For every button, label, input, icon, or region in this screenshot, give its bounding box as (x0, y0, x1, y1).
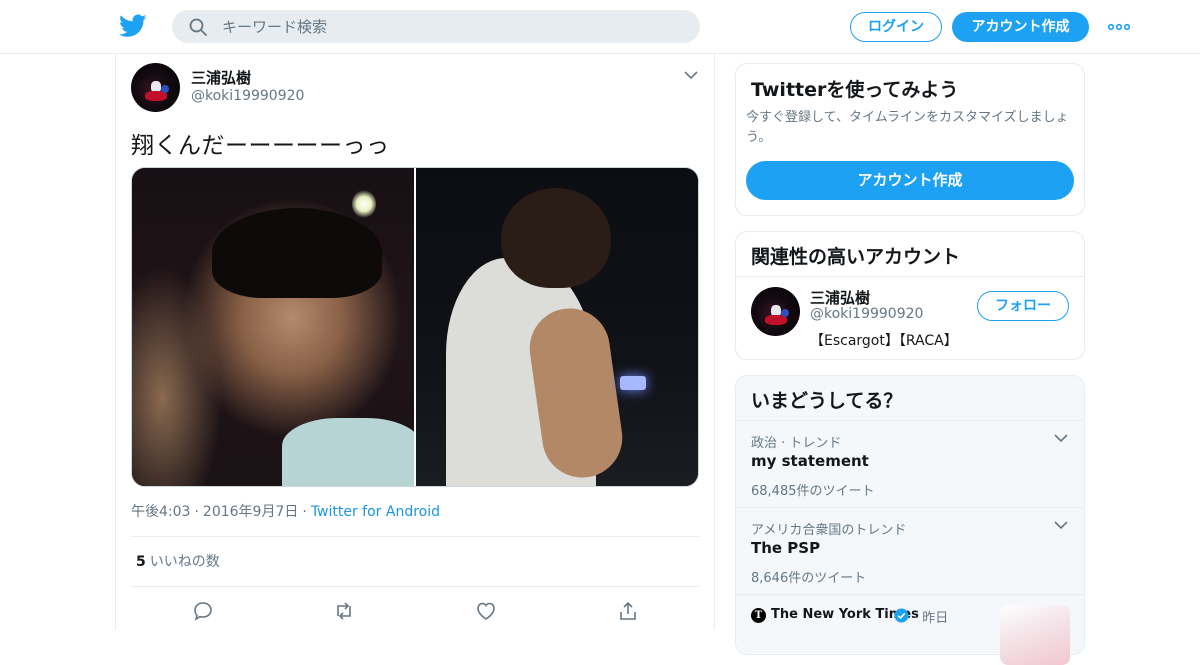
tweet-author-handle[interactable]: @koki19990920 (191, 88, 304, 104)
related-account-handle[interactable]: @koki19990920 (810, 306, 923, 322)
tweet-photo-1[interactable] (132, 168, 422, 486)
nyt-logo-icon: T (751, 608, 766, 623)
trends-card: いまどうしてる？ 政治 · トレンド my statement 68,485件の… (735, 375, 1085, 665)
share-icon[interactable] (617, 600, 639, 622)
login-button[interactable]: ログイン (850, 12, 942, 42)
likes-label: いいねの数 (149, 554, 220, 570)
related-accounts-card: 関連性の高いアカウント 三浦弘樹 @koki19990920 【Escargot… (735, 231, 1085, 360)
tweet-media[interactable] (131, 167, 699, 487)
retweet-icon[interactable] (333, 600, 355, 622)
signup-card-description: 今すぐ登録して、タイムラインをカスタマイズしましょう。 (746, 110, 1069, 145)
reply-icon[interactable] (192, 600, 214, 622)
related-account-bio: 【Escargot】【RACA】 (810, 333, 958, 349)
search-icon (189, 18, 207, 36)
tweet-meta: 午後4:03 · 2016年9月7日 · Twitter for Android (131, 504, 441, 520)
tweet-date: 2016年9月7日 (202, 504, 299, 520)
top-bar: ログイン アカウント作成 (0, 0, 1200, 54)
related-accounts-title: 関連性の高いアカウント (751, 246, 961, 268)
related-account-name[interactable]: 三浦弘樹 (810, 287, 870, 308)
divider (131, 586, 699, 587)
twitter-bird-icon[interactable] (119, 14, 147, 38)
likes-stat[interactable]: 5 いいねの数 (136, 551, 220, 571)
signup-button[interactable]: アカウント作成 (952, 12, 1089, 42)
news-item[interactable]: T The New York Times · 昨日 (736, 595, 1084, 665)
verified-icon (894, 608, 909, 623)
tweet-time: 午後4:03 (131, 504, 191, 520)
tweet-author-name[interactable]: 三浦弘樹 (191, 67, 251, 88)
tweet-column: 三浦弘樹 @koki19990920 翔くんだーーーーーっっ 午後4:03 · 20… (115, 54, 715, 630)
tweet-photo-2[interactable] (416, 168, 698, 486)
trend-name[interactable]: The PSP (751, 539, 820, 557)
avatar[interactable] (131, 63, 180, 112)
trends-title: いまどうしてる？ (751, 390, 903, 412)
avatar[interactable] (751, 287, 800, 336)
trend-item[interactable]: アメリカ合衆国のトレンド The PSP 8,646件のツイート (736, 508, 1084, 595)
tweet-source-link[interactable]: Twitter for Android (311, 504, 440, 520)
trend-name[interactable]: my statement (751, 452, 869, 470)
signup-card-button[interactable]: アカウント作成 (746, 161, 1074, 200)
news-thumbnail[interactable] (1000, 605, 1070, 665)
signup-card: Twitterを使ってみよう 今すぐ登録して、タイムラインをカスタマイズしましょ… (735, 63, 1085, 216)
follow-button[interactable]: フォロー (977, 291, 1069, 321)
trend-count: 8,646件のツイート (751, 571, 867, 586)
chevron-down-icon[interactable] (684, 70, 698, 80)
trend-context: アメリカ合衆国のトレンド (751, 523, 907, 538)
more-icon[interactable] (1107, 19, 1131, 35)
signup-card-title: Twitterを使ってみよう (751, 79, 959, 101)
search-box[interactable] (172, 10, 700, 43)
chevron-down-icon[interactable] (1054, 520, 1068, 530)
tweet-text: 翔くんだーーーーーっっ (131, 133, 390, 159)
search-input[interactable] (222, 10, 682, 43)
likes-count: 5 (136, 554, 146, 570)
trend-count: 68,485件のツイート (751, 484, 875, 499)
like-icon[interactable] (475, 600, 497, 622)
trend-context: 政治 · トレンド (751, 436, 842, 451)
news-time: · 昨日 (914, 611, 949, 626)
divider (131, 536, 699, 537)
chevron-down-icon[interactable] (1054, 433, 1068, 443)
trend-item[interactable]: 政治 · トレンド my statement 68,485件のツイート (736, 421, 1084, 508)
